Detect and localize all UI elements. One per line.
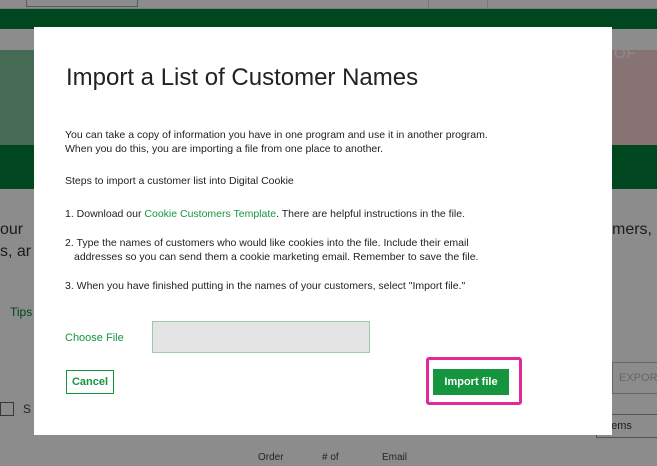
choose-file-button[interactable]: Choose File — [65, 332, 124, 344]
steps-heading: Steps to import a customer list into Dig… — [65, 175, 294, 187]
modal-title: Import a List of Customer Names — [66, 64, 419, 91]
step-1-suffix: . There are helpful instructions in the … — [276, 208, 466, 220]
step-3: 3. When you have finished putting in the… — [65, 280, 466, 292]
template-download-link[interactable]: Cookie Customers Template — [144, 208, 276, 220]
file-name-field[interactable] — [152, 321, 370, 353]
cancel-button[interactable]: Cancel — [66, 370, 114, 394]
step-1-prefix: 1. Download our — [65, 208, 145, 220]
intro-text-line-1: You can take a copy of information you h… — [65, 129, 488, 141]
step-2-line-2: addresses so you can send them a cookie … — [74, 251, 479, 263]
import-modal: Import a List of Customer Names You can … — [34, 27, 612, 435]
intro-text-line-2: When you do this, you are importing a fi… — [65, 143, 384, 155]
step-1: 1. Download our Cookie Customers Templat… — [65, 207, 465, 221]
step-2-line-1: 2. Type the names of customers who would… — [65, 237, 469, 249]
import-file-button[interactable]: Import file — [433, 369, 509, 395]
